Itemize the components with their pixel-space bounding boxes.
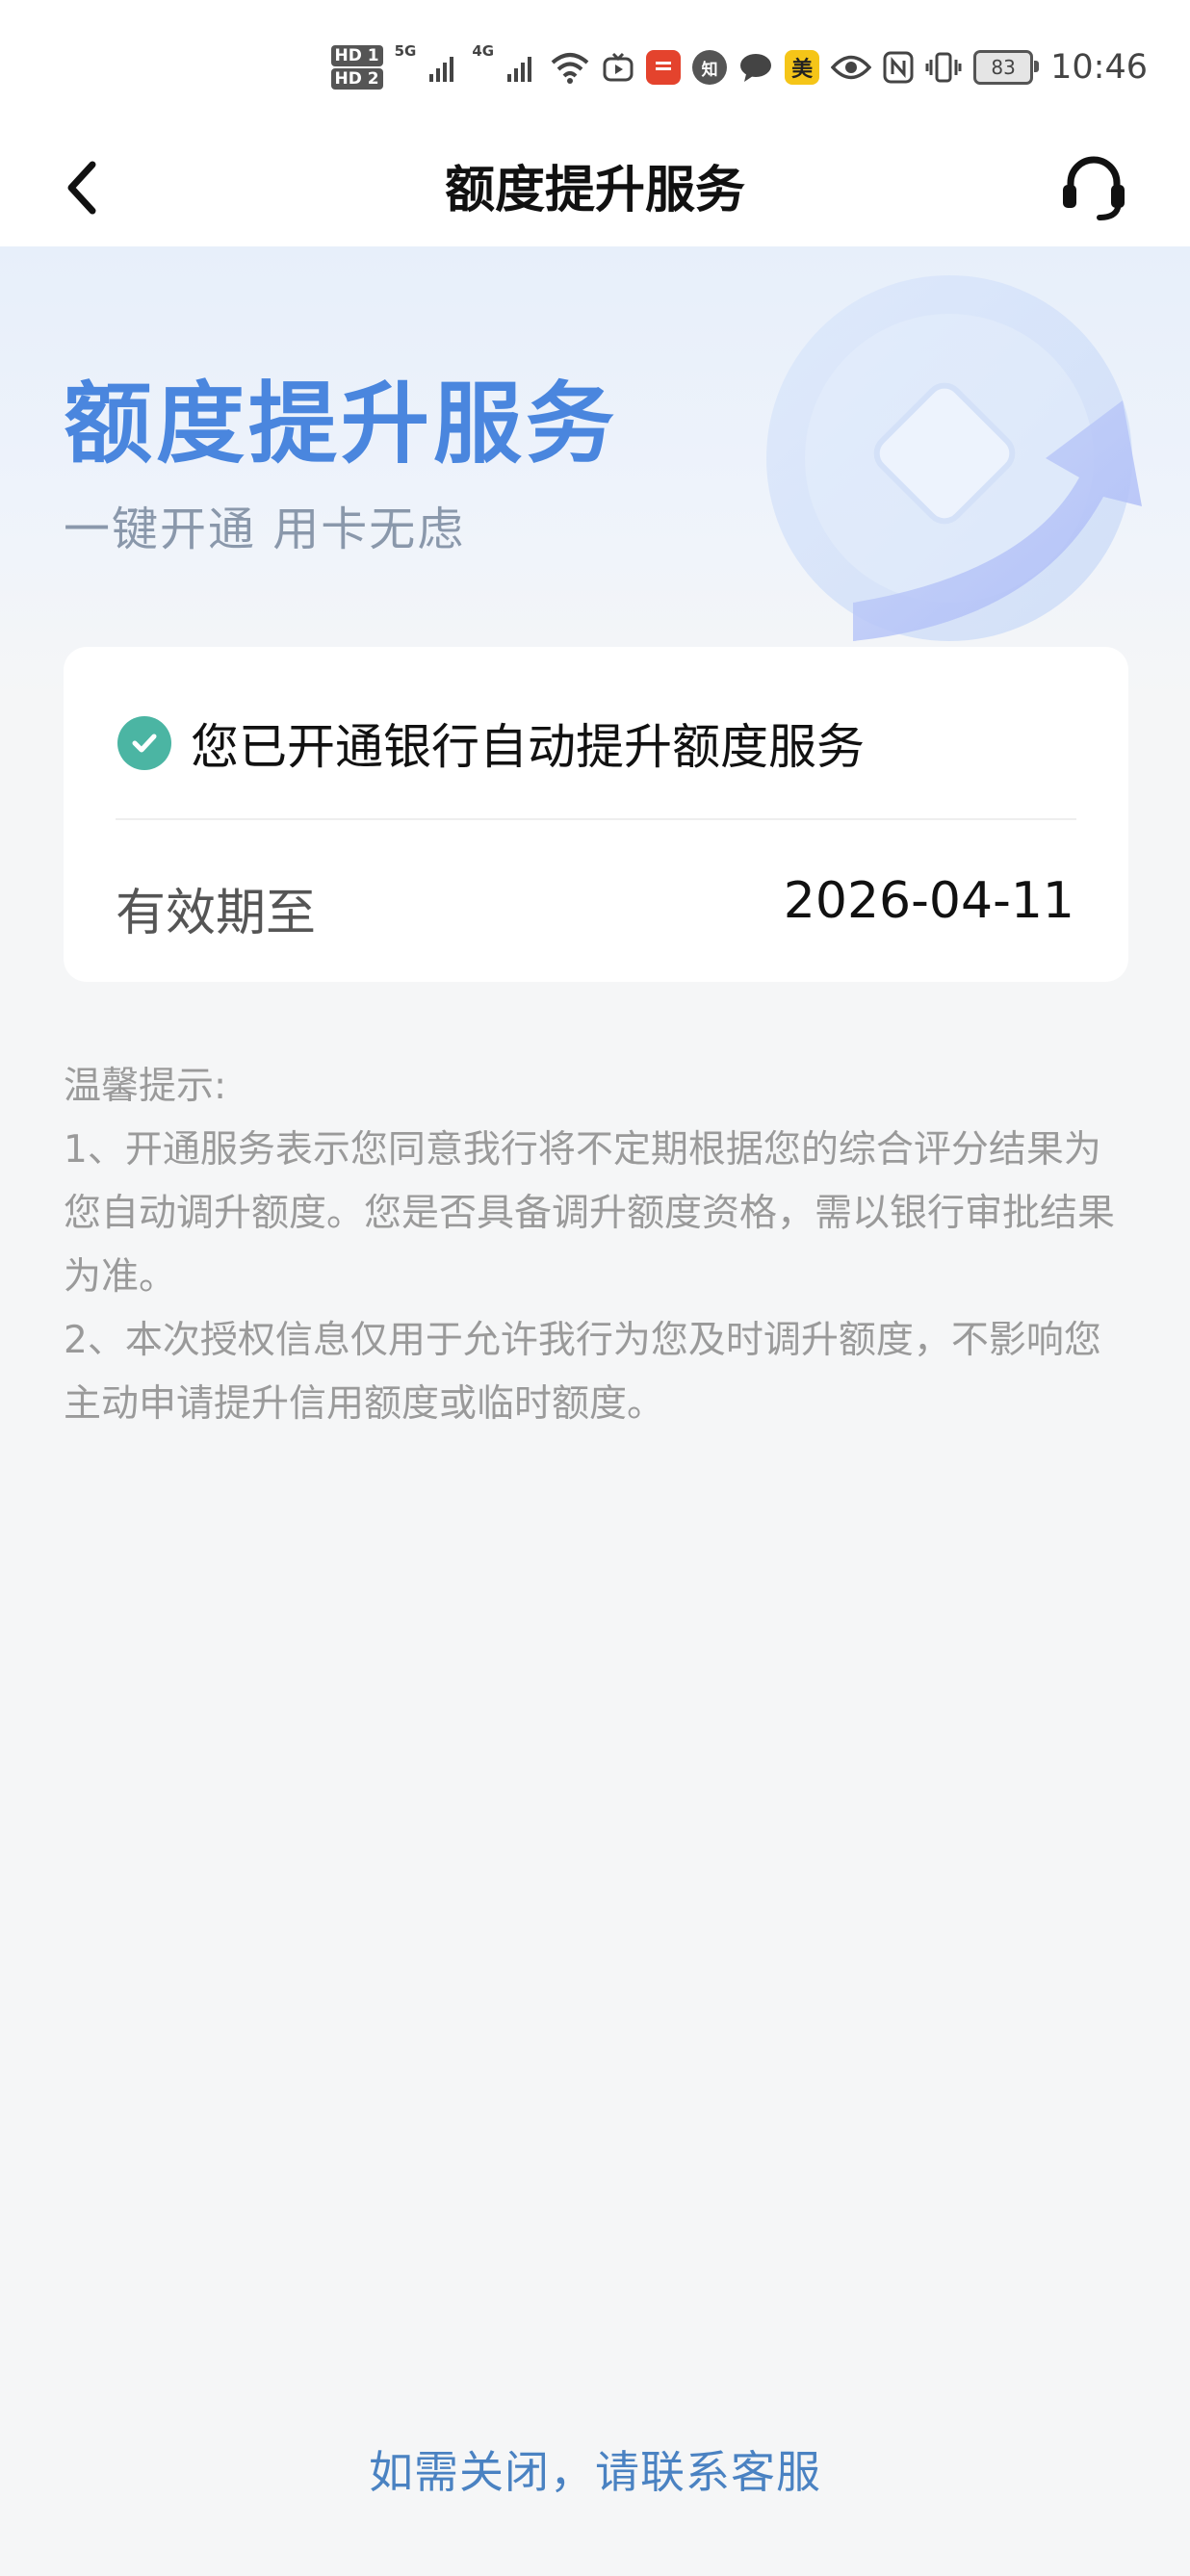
check-circle-icon (117, 716, 171, 770)
message-icon (738, 51, 773, 84)
zhihu-app-icon: 知 (692, 50, 728, 85)
clock: 10:46 (1050, 48, 1148, 87)
service-status-text: 您已开通银行自动提升额度服务 (191, 719, 865, 775)
tips-heading: 温馨提示: (64, 1065, 227, 1108)
nfc-icon (883, 51, 914, 84)
network-5g-label: 5G (394, 42, 417, 60)
nav-header: 额度提升服务 (0, 135, 1190, 246)
bank-app-icon (646, 50, 682, 85)
tips-item-2: 2、本次授权信息仅用于允许我行为您及时调升额度，不影响您主动申请提升信用额度或临… (64, 1319, 1101, 1426)
banner-subtitle: 一键开通 用卡无虑 (64, 502, 466, 556)
tv-icon (602, 51, 634, 84)
status-icons: HD 1 HD 2 5G 4G 知 美 83 10:46 (330, 37, 1148, 98)
banner-title: 额度提升服务 (64, 373, 619, 476)
customer-service-button[interactable] (1053, 148, 1134, 229)
validity-label: 有效期至 (116, 885, 317, 942)
tips-item-1: 1、开通服务表示您同意我行将不定期根据您的综合评分结果为您自动调升额度。您是否具… (64, 1128, 1116, 1299)
coin-arrow-illustration (689, 256, 1190, 683)
status-bar: HD 1 HD 2 5G 4G 知 美 83 10:46 (0, 0, 1190, 135)
hd1-badge: HD 1 (330, 45, 383, 66)
headset-icon (1057, 150, 1130, 227)
tips-section: 温馨提示: 1、开通服务表示您同意我行将不定期根据您的综合评分结果为您自动调升额… (64, 1055, 1128, 1436)
vibrate-icon (925, 51, 962, 84)
service-status-row: 您已开通银行自动提升额度服务 (117, 705, 865, 782)
contact-service-to-close-link[interactable]: 如需关闭，请联系客服 (0, 2437, 1190, 2501)
service-status-card: 您已开通银行自动提升额度服务 有效期至 2026-04-11 (64, 647, 1128, 982)
validity-date: 2026-04-11 (783, 872, 1074, 930)
meituan-app-icon: 美 (785, 50, 820, 85)
signal-icon (427, 51, 460, 84)
eye-icon (831, 53, 872, 82)
hero-banner: 额度提升服务 一键开通 用卡无虑 (0, 246, 1190, 699)
network-4g-label: 4G (472, 42, 495, 60)
divider (116, 818, 1076, 820)
hd2-badge: HD 2 (330, 68, 383, 90)
page-title: 额度提升服务 (444, 162, 745, 219)
signal-icon-2 (505, 51, 538, 84)
hd-indicator: HD 1 HD 2 (330, 45, 383, 90)
wifi-icon (550, 51, 590, 84)
battery-indicator: 83 (973, 50, 1040, 85)
